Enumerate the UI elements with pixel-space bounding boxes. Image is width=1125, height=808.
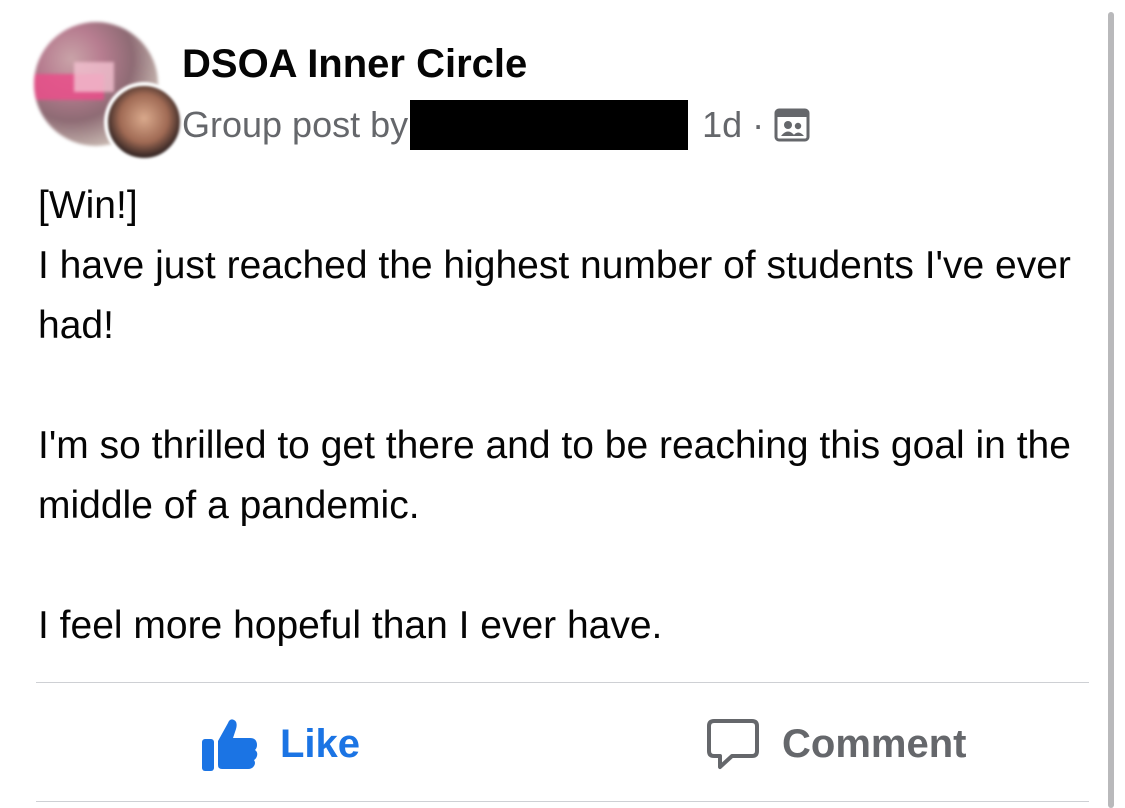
like-label: Like: [280, 721, 361, 766]
thumbs-up-icon: [202, 719, 258, 771]
author-avatar[interactable]: [104, 82, 184, 162]
post-tag: [Win!]: [38, 184, 138, 227]
post-paragraph: I'm so thrilled to get there and to be r…: [38, 424, 1071, 527]
group-name-link[interactable]: DSOA Inner Circle: [182, 42, 527, 87]
comment-bubble-icon: [707, 719, 759, 769]
comment-button[interactable]: Comment: [706, 712, 966, 776]
actions-divider-bottom: [36, 801, 1089, 802]
post-timestamp[interactable]: 1d: [702, 104, 742, 146]
post-body: [Win!] I have just reached the highest n…: [38, 176, 1098, 656]
post-paragraph: I have just reached the highest number o…: [38, 244, 1071, 347]
meta-separator: ·: [752, 104, 765, 145]
post-avatar-stack[interactable]: [34, 22, 184, 162]
actions-divider-top: [36, 682, 1089, 683]
group-audience-icon: [774, 107, 810, 143]
vertical-scrollbar[interactable]: [1108, 12, 1114, 808]
group-avatar-detail: [74, 62, 114, 92]
redacted-author-name: [410, 100, 689, 150]
post-paragraph: I feel more hopeful than I ever have.: [38, 604, 663, 647]
like-button[interactable]: Like: [202, 712, 360, 776]
comment-label: Comment: [782, 721, 967, 766]
group-post-card: DSOA Inner Circle Group post by 1d · [Wi…: [0, 0, 1105, 808]
post-meta: Group post by 1d ·: [182, 100, 810, 150]
byline-prefix: Group post by: [182, 104, 409, 145]
